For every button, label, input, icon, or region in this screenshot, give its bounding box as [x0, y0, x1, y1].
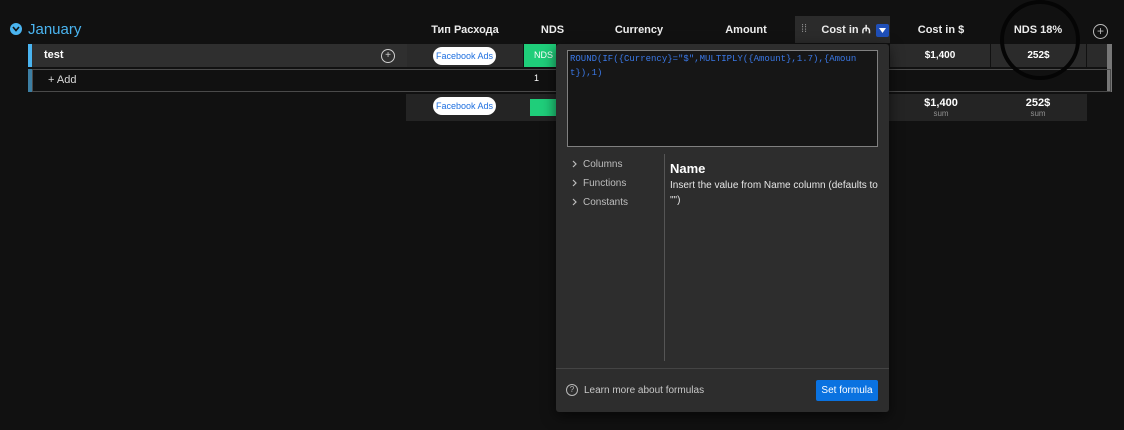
group-title[interactable]: January — [28, 21, 81, 38]
column-header-currency[interactable]: Currency — [599, 22, 679, 38]
group-header[interactable]: January — [10, 20, 81, 38]
footer-divider — [556, 368, 889, 369]
learn-more-label: Learn more about formulas — [584, 384, 705, 396]
tree-item-constants[interactable]: Constants — [572, 195, 628, 209]
summary-cost-usd: $1,400 sum — [896, 97, 986, 118]
expense-type-label[interactable]: Facebook Ads — [433, 47, 496, 65]
summary-nds18-value: 252$ — [1025, 97, 1051, 109]
caret-down-icon — [879, 28, 886, 33]
column-menu-button[interactable] — [876, 24, 889, 37]
chevron-right-icon — [572, 160, 577, 168]
summary-nds-bar — [530, 99, 556, 116]
highlight-circle — [1000, 0, 1080, 80]
tree-item-label: Functions — [583, 177, 627, 189]
tree-item-columns[interactable]: Columns — [572, 157, 622, 171]
cost-usd-cell[interactable]: $1,400 — [890, 44, 990, 67]
summary-expense-type: Facebook Ads — [433, 97, 496, 115]
item-name[interactable]: test — [44, 44, 64, 67]
tree-item-functions[interactable]: Functions — [572, 176, 626, 190]
chevron-down-icon[interactable] — [10, 23, 22, 35]
learn-more-link[interactable]: ? Learn more about formulas — [566, 383, 704, 397]
row-end-cell — [1087, 44, 1107, 67]
help-title: Name — [670, 161, 706, 176]
summary-nds18-label: sum — [1030, 109, 1046, 118]
nds-status-cell[interactable]: NDS 1 — [524, 44, 556, 83]
drag-handle-icon[interactable]: ⁞⁞ — [801, 23, 807, 35]
panel-divider — [664, 154, 665, 361]
summary-cost-usd-value: $1,400 — [924, 97, 958, 109]
formula-text[interactable]: ROUND(IF({Currency}="$",MULTIPLY({Amount… — [570, 52, 870, 80]
item-name-cell[interactable] — [32, 44, 407, 67]
summary-nds18: 252$ sum — [993, 97, 1083, 118]
column-header-amount[interactable]: Amount — [706, 22, 786, 38]
add-item-input[interactable]: + Add — [48, 69, 76, 92]
chevron-right-icon — [572, 198, 577, 206]
tree-item-label: Columns — [583, 158, 623, 170]
chevron-right-icon — [572, 179, 577, 187]
add-column-icon[interactable]: + — [1093, 24, 1108, 39]
set-formula-button[interactable]: Set formula — [816, 380, 878, 401]
column-header-cost-usd[interactable]: Cost in $ — [902, 22, 980, 38]
question-icon: ? — [566, 384, 578, 396]
column-header-expense-type[interactable]: Тип Расхода — [420, 22, 510, 38]
summary-cost-usd-label: sum — [933, 109, 949, 118]
column-header-cost-in[interactable]: Cost in ₼ — [815, 22, 877, 38]
column-header-nds[interactable]: NDS — [525, 22, 580, 38]
conversation-icon[interactable]: + — [381, 49, 395, 63]
help-description: Insert the value from Name column (defau… — [670, 180, 878, 206]
tree-item-label: Constants — [583, 196, 629, 208]
